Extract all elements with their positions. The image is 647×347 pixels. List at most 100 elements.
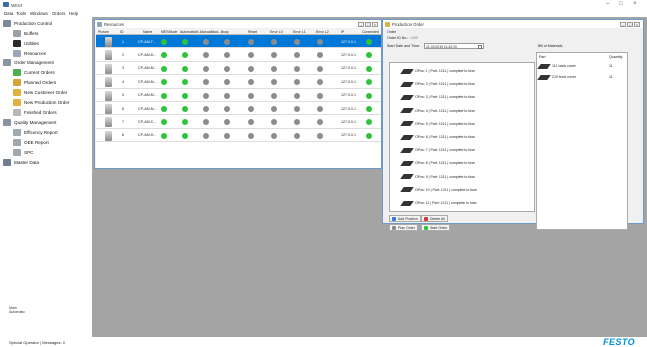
column-header[interactable]: Name	[143, 30, 152, 34]
menu-windows[interactable]: Windows	[30, 11, 48, 16]
status-indicator-icon	[248, 92, 254, 99]
menu-tools[interactable]: Tools	[16, 11, 26, 16]
bom-row[interactable]: 210 front cover 11	[537, 72, 627, 82]
production-icon	[3, 20, 11, 27]
table-row[interactable]: 7 CP-AM-C... 127.0.0.1	[96, 115, 381, 129]
menu-orders[interactable]: Orders	[52, 11, 65, 16]
maximize-icon[interactable]: □	[619, 1, 623, 7]
maximize-icon[interactable]: □	[365, 21, 371, 27]
close-icon[interactable]: ×	[372, 21, 378, 27]
resources-window-titlebar: Resources – □ ×	[95, 20, 381, 28]
app-icon	[3, 2, 9, 7]
sidebar-item-production-control[interactable]: Production Control	[3, 19, 52, 28]
status-indicator-icon	[317, 119, 323, 126]
sidebar-item-quality-management[interactable]: Quality Management	[3, 118, 56, 127]
start-date-picker[interactable]: 21.03.2019 11:42:20	[424, 43, 484, 49]
planned-orders-icon	[13, 79, 21, 86]
column-header[interactable]: IP	[341, 30, 344, 34]
maximize-icon[interactable]: □	[627, 21, 633, 27]
bom-row[interactable]: 111 back cover 11	[537, 61, 627, 71]
bill-of-materials: Bill of Materials Part Quantity 111 back…	[536, 44, 628, 230]
tree-item[interactable]: OPos: 7 | Part: 1211 | complete to fuse	[400, 145, 475, 155]
table-row[interactable]: 2 CP-AM-D... 127.0.0.1	[96, 48, 381, 62]
column-header[interactable]: Error L1	[293, 30, 306, 34]
part-icon	[400, 187, 414, 193]
tree-item[interactable]: OPos: 5 | Part: 1211 | complete to fuse	[400, 119, 475, 129]
tree-item[interactable]: OPos: 6 | Part: 1211 | complete to fuse	[400, 132, 475, 142]
tree-item[interactable]: OPos: 10 | Part: 1211 | complete to fuse	[400, 185, 477, 195]
order-position-tree[interactable]: OPos: 1 | Part: 1211 | complete to fuse O…	[389, 62, 535, 212]
close-icon[interactable]: ×	[633, 1, 637, 7]
table-row[interactable]: 4 CP-AM-M... 127.0.0.1	[96, 75, 381, 89]
sidebar-item-master-data[interactable]: Master Data	[3, 158, 39, 167]
status-indicator-icon	[203, 39, 209, 45]
tree-item[interactable]: OPos: 1 | Part: 1211 | complete to fuse	[400, 66, 475, 76]
status-indicator-icon	[182, 119, 188, 126]
sidebar-item-new-production-order[interactable]: New Production Order	[13, 98, 69, 107]
sidebar-item-new-customer-order[interactable]: New Customer Order	[13, 88, 67, 97]
table-row[interactable]: 6 CP-AM-M... 127.0.0.1	[96, 102, 381, 116]
calendar-icon[interactable]	[478, 45, 482, 49]
sidebar-item-oee-report[interactable]: OEE Report	[13, 138, 49, 147]
start-order-button[interactable]: Start Order	[421, 224, 451, 231]
sidebar-item-buffers[interactable]: Buffers	[13, 29, 38, 38]
status-indicator-icon	[248, 39, 254, 45]
order-no-label: Order ID No.:	[387, 36, 409, 40]
sidebar-item-finished-orders[interactable]: Finished Orders	[13, 108, 57, 117]
cell-ip: 127.0.0.1	[341, 52, 356, 57]
sidebar-item-current-orders[interactable]: Current Orders	[13, 68, 55, 77]
tree-item[interactable]: OPos: 9 | Part: 1211 | complete to fuse	[400, 172, 475, 182]
resources-grid: Picture ID Name MESMode AutomaticM... Ma…	[96, 29, 381, 168]
sidebar-item-planned-orders[interactable]: Planned Orders	[13, 78, 56, 87]
status-indicator-icon	[294, 65, 300, 72]
tree-item[interactable]: OPos: 8 | Part: 1211 | complete to fuse	[400, 158, 475, 168]
column-header[interactable]: Reset	[248, 30, 257, 34]
column-header[interactable]: MESMode	[161, 30, 177, 34]
tree-item[interactable]: OPos: 11 | Part: 1211 | complete to fuse	[400, 198, 477, 208]
station-picture	[105, 77, 112, 88]
close-icon[interactable]: ×	[634, 21, 640, 27]
new-production-order-icon	[13, 99, 21, 106]
minimize-icon[interactable]: –	[358, 21, 364, 27]
column-header[interactable]: Error L0	[270, 30, 283, 34]
minimize-icon[interactable]: –	[620, 21, 626, 27]
tree-item[interactable]: OPos: 3 | Part: 1211 | complete to fuse	[400, 92, 475, 102]
add-position-button[interactable]: Add Position	[389, 215, 421, 222]
column-header[interactable]: ManualMod...	[200, 30, 221, 34]
status-indicator-icon	[248, 79, 254, 86]
cell-id: 4	[122, 79, 124, 84]
column-header[interactable]: Error L2	[316, 30, 329, 34]
tree-item[interactable]: OPos: 4 | Part: 1211 | complete to fuse	[400, 106, 475, 116]
buffers-icon	[13, 30, 21, 37]
sidebar-item-spc[interactable]: SPC	[13, 148, 33, 157]
table-row[interactable]: 8 CP-AM-H... 127.0.0.1	[96, 129, 381, 143]
connected-indicator-icon	[366, 65, 372, 72]
bom-column-part[interactable]: Part	[539, 55, 546, 59]
cell-ip: 127.0.0.1	[341, 133, 356, 138]
column-header[interactable]: Connected	[362, 30, 379, 34]
table-row[interactable]: 3 CP-AM-M... 127.0.0.1	[96, 62, 381, 76]
menu-data[interactable]: Data	[4, 11, 13, 16]
status-indicator-icon	[182, 39, 188, 45]
cell-id: 3	[122, 66, 124, 71]
bom-column-quantity[interactable]: Quantity	[609, 55, 622, 59]
menu-help[interactable]: Help	[69, 11, 78, 16]
connected-indicator-icon	[366, 106, 372, 112]
table-row[interactable]: 5 CP-AM-M... 127.0.0.1	[96, 89, 381, 102]
sidebar-item-efficency-report[interactable]: Efficency Report	[13, 128, 58, 137]
table-row[interactable]: 1 CP-AM-T... 127.0.0.1	[96, 35, 381, 49]
sidebar-item-order-management[interactable]: Order Management	[3, 58, 54, 67]
status-indicator-icon	[182, 132, 188, 139]
minimize-icon[interactable]: –	[606, 1, 609, 7]
column-header[interactable]: AutomaticM...	[180, 30, 201, 34]
status-indicator-icon	[224, 106, 230, 112]
plan-order-button[interactable]: Plan Order	[389, 224, 418, 231]
delete-all-button[interactable]: Delete All	[421, 215, 448, 222]
tree-item[interactable]: OPos: 2 | Part: 1211 | complete to fuse	[400, 79, 475, 89]
column-header[interactable]: Picture	[98, 30, 109, 34]
sidebar-item-utilities[interactable]: Utilities	[13, 39, 39, 48]
sidebar-item-resources[interactable]: Resources	[13, 49, 46, 58]
status-indicator-icon	[224, 119, 230, 126]
column-header[interactable]: ID	[120, 30, 124, 34]
column-header[interactable]: Busy	[221, 30, 229, 34]
